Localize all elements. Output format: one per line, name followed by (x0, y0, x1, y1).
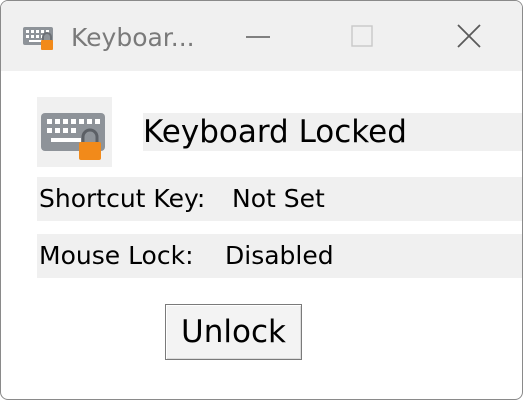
keyboard-lock-icon (23, 25, 61, 53)
minimize-icon (246, 36, 270, 38)
minimize-button[interactable] (232, 15, 284, 59)
maximize-button[interactable] (336, 15, 388, 59)
maximize-icon (351, 25, 373, 47)
mouse-lock-value: Disabled (225, 241, 334, 270)
unlock-button-label: Unlock (181, 314, 286, 350)
shortcut-key-label: Shortcut Key: (39, 184, 206, 213)
status-bar: Keyboard Locked (143, 113, 522, 151)
mouse-lock-row: Mouse Lock: Disabled (37, 234, 522, 278)
shortcut-key-value: Not Set (232, 184, 325, 213)
close-icon (457, 24, 481, 48)
keyboard-lock-icon (41, 113, 105, 160)
app-window: Keyboar... Keyboard Locked Shortcut Key:… (0, 0, 523, 400)
title-bar[interactable]: Keyboar... (1, 1, 522, 71)
unlock-button[interactable]: Unlock (165, 304, 302, 360)
shortcut-key-row: Shortcut Key: Not Set (37, 177, 522, 221)
mouse-lock-label: Mouse Lock: (39, 241, 194, 270)
close-button[interactable] (442, 15, 494, 59)
status-text: Keyboard Locked (143, 114, 407, 150)
app-icon (37, 97, 112, 167)
window-title: Keyboar... (71, 23, 195, 52)
